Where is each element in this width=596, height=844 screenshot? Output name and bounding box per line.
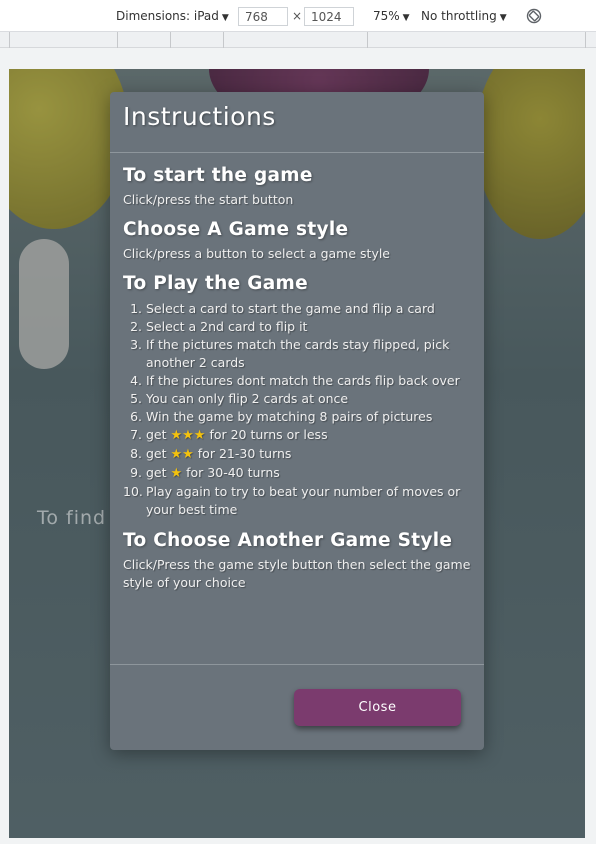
star-icon: ★ — [170, 466, 183, 481]
list-item: 7. get ★★★ for 20 turns or less — [123, 426, 471, 445]
step-number: 8. — [130, 446, 142, 461]
play-steps-list: 1. Select a card to start the game and fl… — [123, 300, 471, 519]
step-text: If the pictures dont match the cards fli… — [146, 373, 460, 388]
list-item: 9. get ★ for 30-40 turns — [123, 464, 471, 483]
step-number: 5. — [130, 391, 142, 406]
step-text-post: for 20 turns or less — [205, 427, 328, 442]
device-ruler — [0, 32, 596, 48]
step-number: 7. — [130, 427, 142, 442]
section-text-start: Click/press the start button — [123, 192, 294, 207]
step-number: 1. — [130, 301, 142, 316]
star-icon: ★★ — [170, 447, 194, 462]
instructions-modal: Instructions To start the game Click/pre… — [110, 92, 484, 750]
section-title-another-style: To Choose Another Game Style — [123, 530, 453, 551]
step-number: 9. — [130, 465, 142, 480]
star-icon: ★★★ — [170, 428, 206, 443]
step-number: 6. — [130, 409, 142, 424]
dimension-separator: × — [292, 9, 303, 23]
step-number: 10. — [123, 484, 143, 499]
device-dimensions-dropdown[interactable]: Dimensions: iPad ▼ — [116, 9, 229, 23]
section-title-play: To Play the Game — [123, 273, 308, 294]
list-item: 10. Play again to try to beat your number… — [123, 483, 471, 519]
throttling-dropdown[interactable]: No throttling ▼ — [421, 9, 507, 23]
list-item: 6. Win the game by matching 8 pairs of pi… — [123, 408, 471, 426]
list-item: 5. You can only flip 2 cards at once — [123, 390, 471, 408]
device-dimensions-label: Dimensions: iPad — [116, 9, 219, 23]
step-number: 2. — [130, 319, 142, 334]
section-text-style: Click/press a button to select a game st… — [123, 246, 390, 261]
modal-header: Instructions — [110, 92, 484, 153]
modal-footer: Close — [110, 664, 484, 750]
list-item: 1. Select a card to start the game and fl… — [123, 300, 471, 318]
modal-title: Instructions — [123, 102, 276, 131]
rotate-icon[interactable] — [526, 8, 542, 24]
section-text-another-style: Click/Press the game style button then s… — [123, 557, 471, 590]
chevron-down-icon: ▼ — [499, 13, 507, 23]
chevron-down-icon: ▼ — [221, 13, 229, 23]
list-item: 8. get ★★ for 21-30 turns — [123, 445, 471, 464]
throttling-label: No throttling — [421, 9, 497, 23]
step-text: Select a card to start the game and flip… — [146, 301, 435, 316]
zoom-dropdown[interactable]: 75% ▼ — [373, 9, 410, 23]
step-text-post: for 30-40 turns — [182, 465, 280, 480]
step-number: 4. — [130, 373, 142, 388]
section-title-start: To start the game — [123, 165, 313, 186]
zoom-label: 75% — [373, 9, 400, 23]
close-button[interactable]: Close — [294, 689, 461, 726]
modal-body: To start the game Click/press the start … — [110, 153, 484, 664]
step-text: Play again to try to beat your number of… — [146, 484, 461, 517]
device-width-input[interactable] — [238, 7, 288, 26]
step-text: Win the game by matching 8 pairs of pict… — [146, 409, 433, 424]
list-item: 2. Select a 2nd card to flip it — [123, 318, 471, 336]
step-text: Select a 2nd card to flip it — [146, 319, 308, 334]
step-text-pre: get — [146, 446, 171, 461]
section-title-style: Choose A Game style — [123, 219, 349, 240]
step-number: 3. — [130, 337, 142, 352]
device-height-input[interactable] — [304, 7, 354, 26]
devtools-device-toolbar: Dimensions: iPad▼ × 75%▼ No throttling▼ — [0, 0, 596, 32]
list-item: 3. If the pictures match the cards stay f… — [123, 336, 471, 372]
step-text-pre: get — [146, 427, 171, 442]
chevron-down-icon: ▼ — [402, 13, 410, 23]
step-text-pre: get — [146, 465, 171, 480]
list-item: 4. If the pictures dont match the cards f… — [123, 372, 471, 390]
step-text-post: for 21-30 turns — [193, 446, 292, 461]
step-text: If the pictures match the cards stay fli… — [146, 337, 450, 370]
step-text: You can only flip 2 cards at once — [146, 391, 349, 406]
